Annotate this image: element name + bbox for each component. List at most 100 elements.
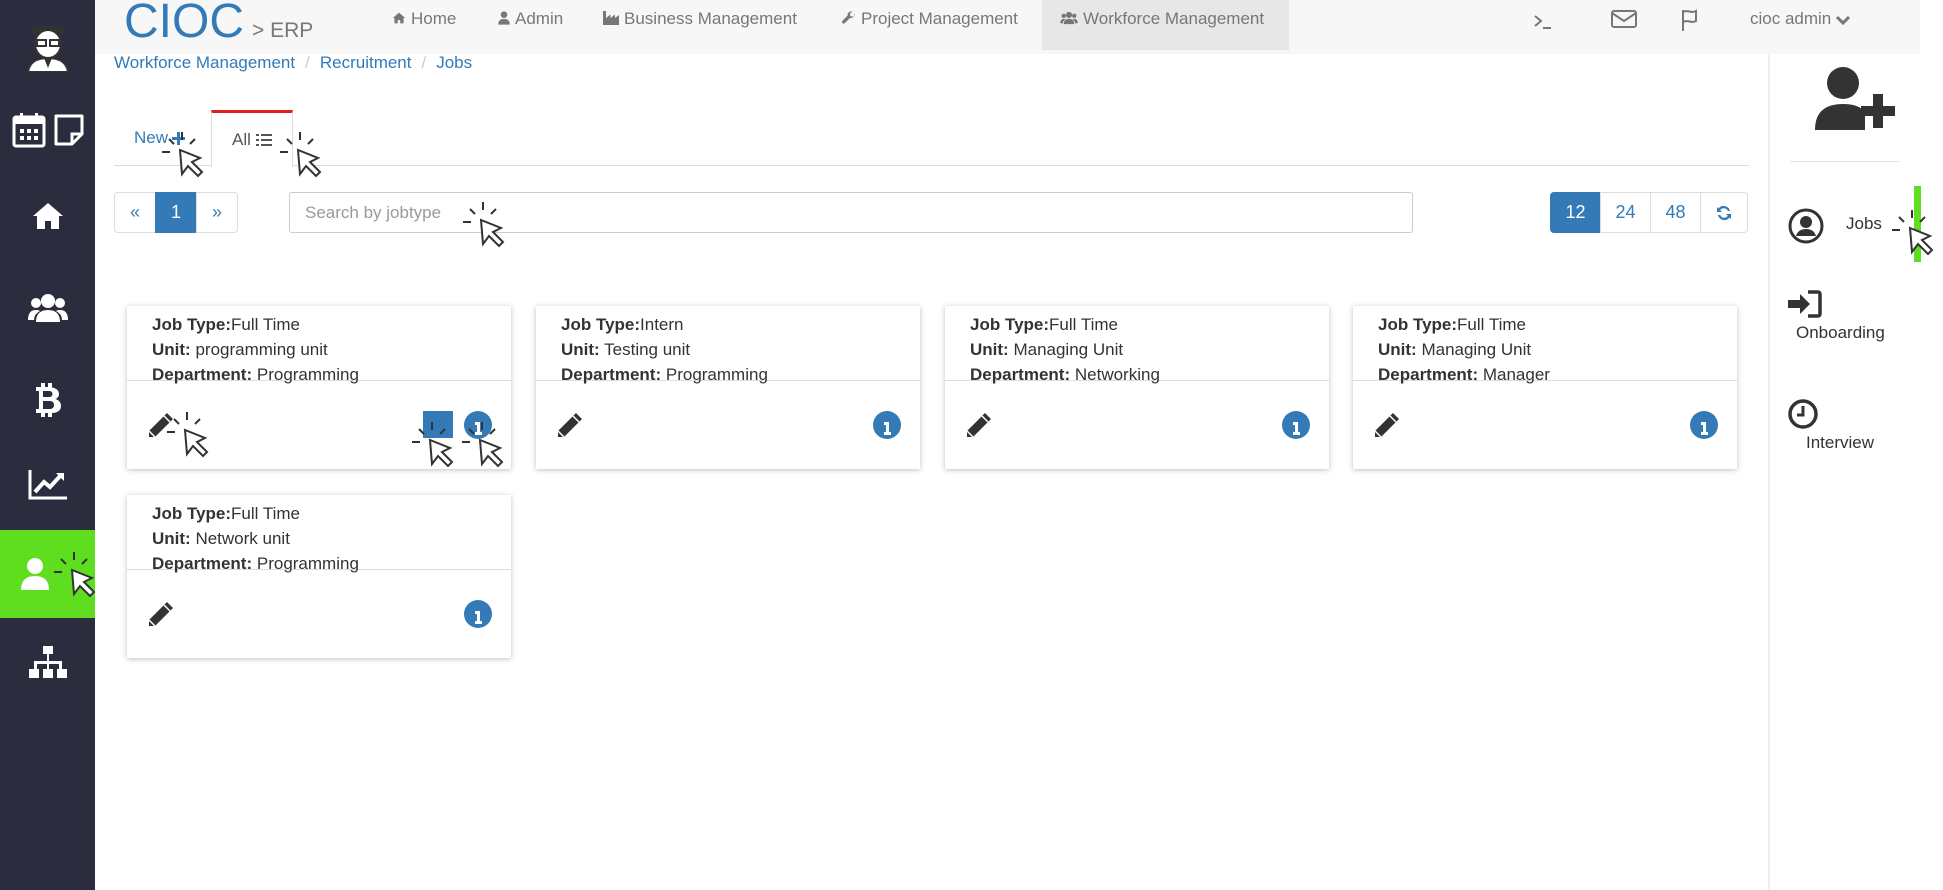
- user-menu[interactable]: cioc admin: [1750, 0, 1855, 50]
- job-card-body: Job Type:Full Time Unit: Managing Unit Dep…: [1353, 306, 1737, 384]
- nav-admin-label: Admin: [515, 9, 564, 28]
- job-card: Job Type:Full Time Unit: programming unit…: [127, 306, 511, 469]
- page-size-48[interactable]: 48: [1650, 192, 1701, 233]
- terminal-button[interactable]: [1533, 12, 1553, 35]
- breadcrumb-workforce[interactable]: Workforce Management: [114, 53, 295, 72]
- nav-business-management[interactable]: Business Management: [603, 0, 797, 50]
- nav-project-management[interactable]: Project Management: [842, 0, 1018, 50]
- info-job-button[interactable]: [872, 410, 902, 445]
- sidebar-calendar-notes: [0, 86, 95, 174]
- unit-row: Unit: Managing Unit: [970, 337, 1304, 362]
- nav-home[interactable]: Home: [392, 0, 456, 50]
- info-job-button[interactable]: [463, 599, 493, 634]
- brand-name: CIOC: [124, 0, 244, 48]
- pencil-icon: [148, 413, 173, 438]
- edit-job-button[interactable]: [145, 411, 175, 446]
- top-navbar: CIOC > ERP Home Admin Business Managemen…: [95, 0, 1920, 54]
- edit-job-button[interactable]: [145, 600, 175, 635]
- search-input[interactable]: [289, 192, 1413, 233]
- unit-row: Unit: Testing unit: [561, 337, 895, 362]
- sidebar-analytics[interactable]: [0, 440, 95, 528]
- right-divider: [1790, 161, 1900, 162]
- sidebar-finance[interactable]: [0, 356, 95, 444]
- page-next-button[interactable]: »: [196, 192, 238, 233]
- job-type-value: Full Time: [1049, 315, 1118, 334]
- job-type-value: Full Time: [231, 315, 300, 334]
- edit-job-button[interactable]: [1371, 411, 1401, 446]
- home-icon: [392, 12, 406, 24]
- job-type-label: Job Type:: [1378, 315, 1458, 334]
- avatar-icon: [26, 26, 69, 72]
- job-type-row: Job Type:Full Time: [152, 312, 486, 337]
- edit-job-button[interactable]: [554, 411, 584, 446]
- wrench-icon: [842, 11, 856, 24]
- info-job-button[interactable]: [1689, 410, 1719, 445]
- job-type-value: Intern: [640, 315, 684, 334]
- job-card-footer: [127, 381, 511, 469]
- breadcrumb-recruitment[interactable]: Recruitment: [320, 53, 412, 72]
- sidebar-workforce[interactable]: [0, 530, 95, 618]
- pencil-icon: [1374, 413, 1399, 438]
- sitemap-icon: [28, 646, 67, 678]
- left-sidebar: [0, 0, 95, 890]
- tab-new[interactable]: New: [114, 110, 205, 166]
- pencil-icon: [966, 413, 991, 438]
- sidebar-home[interactable]: [0, 172, 95, 260]
- right-item-jobs-label: Jobs: [1846, 214, 1882, 233]
- info-icon: [464, 600, 492, 628]
- job-type-label: Job Type:: [152, 315, 232, 334]
- avatar[interactable]: [0, 8, 95, 88]
- info-job-button[interactable]: [463, 410, 493, 445]
- breadcrumb: Workforce Management / Recruitment / Jobs: [114, 53, 473, 72]
- sidebar-users[interactable]: [0, 264, 95, 352]
- edit-job-button[interactable]: [963, 411, 993, 446]
- add-job-button[interactable]: [1815, 66, 1897, 135]
- job-card-footer: [127, 570, 511, 658]
- view-job-button[interactable]: [423, 411, 453, 438]
- calendar-icon[interactable]: [12, 112, 46, 148]
- right-item-onboarding[interactable]: Onboarding: [1770, 290, 1922, 350]
- unit-label: Unit:: [561, 340, 600, 359]
- job-card: Job Type:Full Time Unit: Managing Unit Dep…: [1353, 306, 1737, 469]
- page-current-button[interactable]: 1: [155, 192, 197, 233]
- right-item-jobs[interactable]: Jobs: [1770, 208, 1922, 248]
- bitcoin-icon: [35, 383, 61, 417]
- unit-value: Managing Unit: [1421, 340, 1532, 359]
- unit-value: Managing Unit: [1013, 340, 1124, 359]
- refresh-button[interactable]: [1700, 192, 1748, 233]
- job-type-label: Job Type:: [152, 504, 232, 523]
- job-card-footer: [536, 381, 920, 469]
- page-size-selector: 12 24 48: [1550, 192, 1748, 233]
- flag-button[interactable]: [1680, 8, 1704, 37]
- job-card-body: Job Type:Full Time Unit: Managing Unit Dep…: [945, 306, 1329, 384]
- breadcrumb-jobs[interactable]: Jobs: [436, 53, 472, 72]
- page-size-12[interactable]: 12: [1550, 192, 1601, 233]
- tab-all[interactable]: All: [211, 110, 293, 167]
- job-type-row: Job Type:Full Time: [970, 312, 1304, 337]
- info-icon: [1690, 411, 1718, 439]
- right-item-interview[interactable]: Interview: [1770, 399, 1922, 459]
- sidebar-org-chart[interactable]: [0, 618, 95, 706]
- unit-row: Unit: Managing Unit: [1378, 337, 1712, 362]
- right-item-onboarding-label: Onboarding: [1796, 323, 1885, 342]
- job-card: Job Type:Full Time Unit: Network unit Depa…: [127, 495, 511, 658]
- nav-workforce-management[interactable]: Workforce Management: [1042, 0, 1289, 50]
- unit-label: Unit:: [152, 340, 191, 359]
- page-size-24[interactable]: 24: [1600, 192, 1651, 233]
- mail-button[interactable]: [1611, 8, 1637, 35]
- info-job-button[interactable]: [1281, 410, 1311, 445]
- sticky-note-icon[interactable]: [54, 114, 84, 146]
- unit-value: Testing unit: [604, 340, 691, 359]
- job-card-body: Job Type:Intern Unit: Testing unit Departm…: [536, 306, 920, 384]
- envelope-icon: [1611, 10, 1637, 28]
- tab-new-label: New: [134, 128, 169, 147]
- user-plus-icon: [1815, 67, 1895, 130]
- brand-sub: > ERP: [252, 19, 314, 42]
- brand[interactable]: CIOC > ERP: [124, 0, 313, 49]
- user-circle-icon: [1788, 208, 1824, 244]
- nav-admin[interactable]: Admin: [498, 0, 563, 50]
- clock-icon: [1788, 399, 1818, 429]
- user-menu-label: cioc admin: [1750, 9, 1832, 28]
- page-prev-button[interactable]: «: [114, 192, 156, 233]
- pencil-icon: [557, 413, 582, 438]
